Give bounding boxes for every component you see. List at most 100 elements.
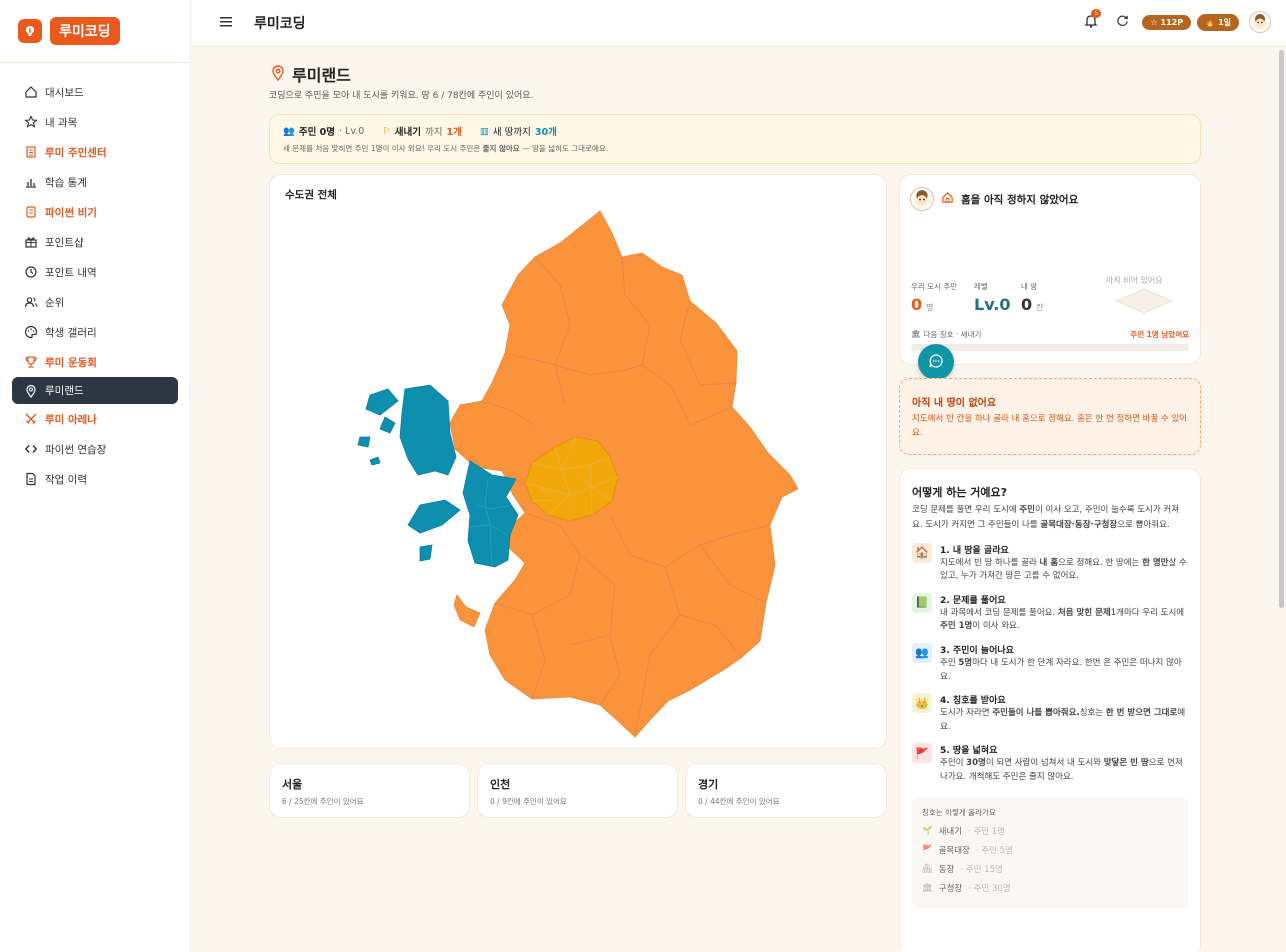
stat-unit: 칸 — [1036, 303, 1044, 312]
bell-icon[interactable]: 5 — [1084, 9, 1102, 30]
flag-icon: ⚐ — [382, 125, 391, 137]
empty-note: 아직 비어 있어요 — [1106, 276, 1163, 285]
crown-icon: 👑 — [912, 693, 932, 714]
sidebar-item-label: 대시보드 — [45, 86, 84, 99]
sidebar-item-12[interactable]: 루미 아레나 — [12, 404, 178, 434]
resident-count: 주민 0명 — [298, 127, 335, 138]
sidebar-item-label: 루미 주민센터 — [45, 146, 107, 159]
how-title: 어떻게 하는 거예요? — [912, 486, 1007, 499]
logo[interactable]: 루미코딩 — [0, 0, 190, 63]
chart-icon — [24, 175, 38, 189]
empty-tile-icon — [1114, 288, 1174, 314]
sidebar-item-label: 내 과목 — [45, 116, 78, 129]
sidebar-item-9[interactable]: 학생 갤러리 — [12, 317, 178, 347]
ladder-name: 구청장 — [938, 884, 963, 895]
metro-map[interactable] — [270, 175, 888, 750]
region-card-seoul[interactable]: 서울 6 / 25칸에 주인이 있어요 — [269, 763, 470, 818]
star-icon: ☆ — [1150, 17, 1158, 27]
next-title: 새내기 — [394, 127, 422, 138]
region-status: 0 / 44칸에 주인이 있어요 — [698, 797, 780, 806]
sidebar-item-5[interactable]: 파이썬 비기 — [12, 197, 178, 227]
how-step: 🏠 1. 내 땅을 골라요 지도에서 빈 땅 하나를 골라 내 홈으로 정해요. 한… — [912, 542, 1188, 584]
no-land-notice: 아직 내 땅이 없어요 지도에서 빈 칸을 하나 골라 내 홈으로 정해요. 홈… — [899, 378, 1201, 455]
sidebar-item-label: 루미랜드 — [45, 385, 84, 397]
people-icon: 👥 — [283, 125, 295, 137]
ladder-req: · 주민 15명 — [960, 865, 1003, 876]
sidebar-item-8[interactable]: 순위 — [12, 287, 178, 317]
map-pin-icon — [24, 384, 38, 398]
sidebar-item-label: 학습 통계 — [45, 176, 87, 189]
star-icon — [24, 115, 38, 129]
sidebar-item-label: 학생 갤러리 — [45, 326, 97, 339]
chat-button[interactable] — [918, 344, 954, 380]
sidebar-item-13[interactable]: 파이썬 연습장 — [12, 434, 178, 464]
stat-label: 내 땅 — [1021, 282, 1038, 291]
ladder-row: 🌱 새내기 · 주민 1명 — [922, 822, 1178, 841]
step-text: 주민 5명마다 내 도시가 한 단계 자라요. 한번 온 주민은 떠나지 않아요… — [940, 657, 1182, 682]
ladder-req: · 주민 30명 — [968, 884, 1011, 895]
points-badge[interactable]: ☆ 112P — [1142, 14, 1192, 30]
step-title: 1. 내 땅을 골라요 — [940, 545, 1009, 556]
scroll-icon — [24, 205, 38, 219]
sidebar-item-4[interactable]: 학습 통계 — [12, 167, 178, 197]
sidebar-item-10[interactable]: 루미 운동회 — [12, 347, 178, 377]
building-icon: 🏛 — [922, 883, 933, 894]
house-icon: 🏠 — [912, 542, 932, 563]
avatar[interactable] — [1249, 11, 1271, 33]
page-title: 루미랜드 — [292, 66, 351, 85]
sidebar-item-3[interactable]: 루미 주민센터 — [12, 137, 178, 167]
ladder-req: · 주민 1명 — [968, 827, 1006, 838]
resident-value: 0 — [911, 295, 923, 314]
region-card-gyeonggi[interactable]: 경기 0 / 44칸에 주인이 있어요 — [685, 763, 887, 818]
how-step: 📗 2. 문제를 풀어요 내 과목에서 코딩 문제를 풀어요. 처음 맞힌 문제1개… — [912, 592, 1188, 634]
region-status: 6 / 25칸에 주인이 있어요 — [282, 797, 364, 806]
people-icon: 👥 — [912, 642, 932, 663]
sidebar-item-11[interactable]: 루미랜드 — [12, 377, 178, 404]
step-text: 도시가 자라면 주민들이 나를 뽑아줘요.칭호는 한 번 받으면 그대로예요. — [940, 708, 1186, 732]
step-text: 내 과목에서 코딩 문제를 풀어요. 처음 맞힌 문제1개마다 우리 도시에 주… — [940, 607, 1185, 632]
step-title: 3. 주민이 늘어나요 — [940, 645, 1014, 656]
sidebar-item-6[interactable]: 포인트샵 — [12, 227, 178, 257]
status-banner: 👥 주민 0명 · Lv.0 ⚐ 새내기 까지 1개 ▥ 새 땅까지 30개 새… — [269, 114, 1201, 164]
ladder-name: 동장 — [938, 865, 955, 876]
notice-title: 아직 내 땅이 없어요 — [912, 398, 997, 409]
region-name: 경기 — [698, 778, 719, 791]
house-icon: 🏘 — [922, 864, 933, 875]
ladder-name: 새내기 — [938, 827, 963, 838]
swords-icon — [24, 412, 38, 426]
remaining-text: 주민 1명 남았어요 — [1130, 330, 1189, 339]
how-to-card: 어떻게 하는 거예요? 코딩 문제를 풀면 우리 도시에 주민이 이사 오고, … — [899, 468, 1201, 952]
sidebar-item-1[interactable]: 대시보드 — [12, 77, 178, 107]
gyeonggi-region[interactable] — [449, 210, 799, 738]
logo-text: 루미코딩 — [50, 17, 120, 45]
code-icon — [24, 442, 38, 456]
file-icon — [24, 472, 38, 486]
region-name: 인천 — [490, 778, 511, 791]
until-text: 까지 — [425, 127, 443, 138]
sidebar-item-14[interactable]: 작업 이력 — [12, 464, 178, 494]
stat-label: 우리 도시 주민 — [911, 282, 958, 291]
page-description: 코딩으로 주민을 모아 내 도시를 키워요. 땅 6 / 78칸에 주인이 있어… — [269, 91, 534, 101]
home-card: 홈을 아직 정하지 않았어요 우리 도시 주민 0 명 레벨 Lv.0 내 땅 … — [899, 174, 1201, 365]
flag-icon: 🚩 — [912, 743, 932, 764]
sprout-icon: 🌱 — [922, 826, 933, 837]
lightbulb-icon — [18, 19, 42, 43]
stat-unit: 명 — [926, 303, 934, 312]
sidebar-item-7[interactable]: 포인트 내역 — [12, 257, 178, 287]
how-step: 🚩 5. 땅을 넓혀요 주민이 30명이 되면 사람이 넘쳐서 내 도시와 맞닿은 … — [912, 743, 1188, 784]
book-icon: 📗 — [912, 592, 932, 613]
ladder-name: 골목대장 — [938, 846, 970, 857]
next-title-label: 다음 칭호 · 새내기 — [923, 330, 982, 339]
top-title: 루미코딩 — [254, 16, 306, 32]
region-card-incheon[interactable]: 인천 0 / 9칸에 주인이 있어요 — [477, 763, 678, 818]
menu-icon[interactable] — [220, 16, 234, 31]
sidebar-item-label: 포인트샵 — [45, 236, 84, 249]
step-title: 5. 땅을 넓혀요 — [940, 746, 998, 757]
how-intro: 코딩 문제를 풀면 우리 도시에 주민이 이사 오고, 주민이 늘수록 도시가 … — [912, 505, 1180, 531]
history-icon — [24, 265, 38, 279]
refresh-icon[interactable] — [1116, 14, 1132, 30]
topbar: 루미코딩 5 ☆ 112P 🔥 1일 — [192, 0, 1286, 47]
sidebar-item-2[interactable]: 내 과목 — [12, 107, 178, 137]
sidebar-item-label: 순위 — [45, 296, 65, 309]
streak-badge[interactable]: 🔥 1일 — [1197, 13, 1239, 31]
